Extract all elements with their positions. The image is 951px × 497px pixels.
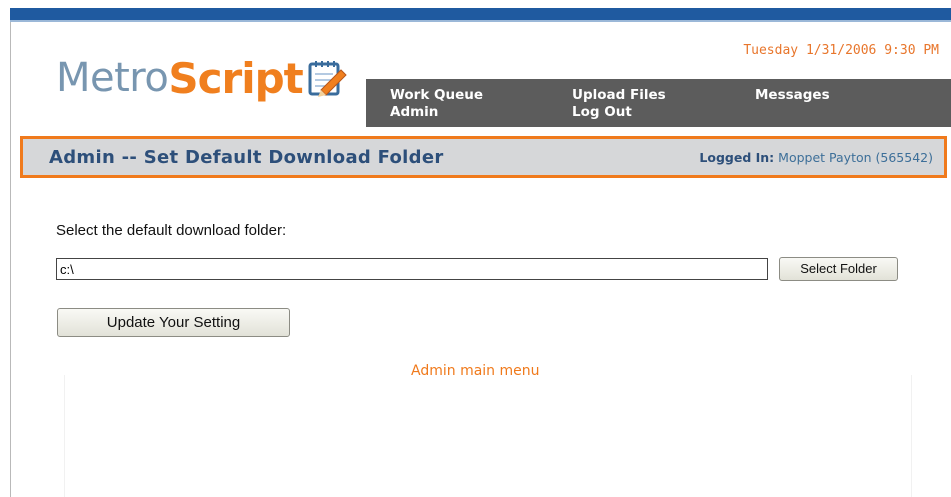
current-datetime: Tuesday 1/31/2006 9:30 PM: [743, 43, 939, 58]
nav-link-upload-files[interactable]: Upload Files: [572, 87, 666, 103]
logged-in-status: Logged In: Moppet Payton (565542): [699, 150, 933, 165]
select-folder-button[interactable]: Select Folder: [779, 257, 898, 281]
metroscript-logo: Metro Script: [56, 52, 349, 104]
nav-link-admin[interactable]: Admin: [390, 104, 483, 120]
admin-main-menu-link[interactable]: Admin main menu: [411, 363, 540, 379]
nav-link-messages[interactable]: Messages: [755, 87, 830, 103]
logged-in-user: Moppet Payton (565542): [778, 150, 933, 165]
nav-group-middle: Upload Files Log Out: [572, 87, 666, 120]
nav-link-work-queue[interactable]: Work Queue: [390, 87, 483, 103]
notepad-pencil-icon: [307, 58, 349, 98]
nav-link-log-out[interactable]: Log Out: [572, 104, 666, 120]
logged-in-label: Logged In:: [699, 150, 775, 165]
page-left-border: [10, 22, 11, 497]
content-panel: [64, 375, 912, 497]
page-title: Admin -- Set Default Download Folder: [49, 147, 444, 168]
top-accent-line: [10, 20, 951, 22]
main-nav: Work Queue Admin Upload Files Log Out Me…: [366, 79, 951, 127]
nav-group-right: Messages: [755, 87, 830, 103]
folder-prompt-label: Select the default download folder:: [56, 222, 287, 239]
logo-text-script: Script: [168, 53, 303, 103]
top-accent-bar: [10, 8, 951, 20]
nav-group-left: Work Queue Admin: [390, 87, 483, 120]
page-title-bar: Admin -- Set Default Download Folder Log…: [20, 136, 947, 178]
download-folder-input[interactable]: [56, 258, 768, 280]
logo-text-metro: Metro: [56, 55, 169, 101]
update-setting-button[interactable]: Update Your Setting: [57, 308, 290, 337]
